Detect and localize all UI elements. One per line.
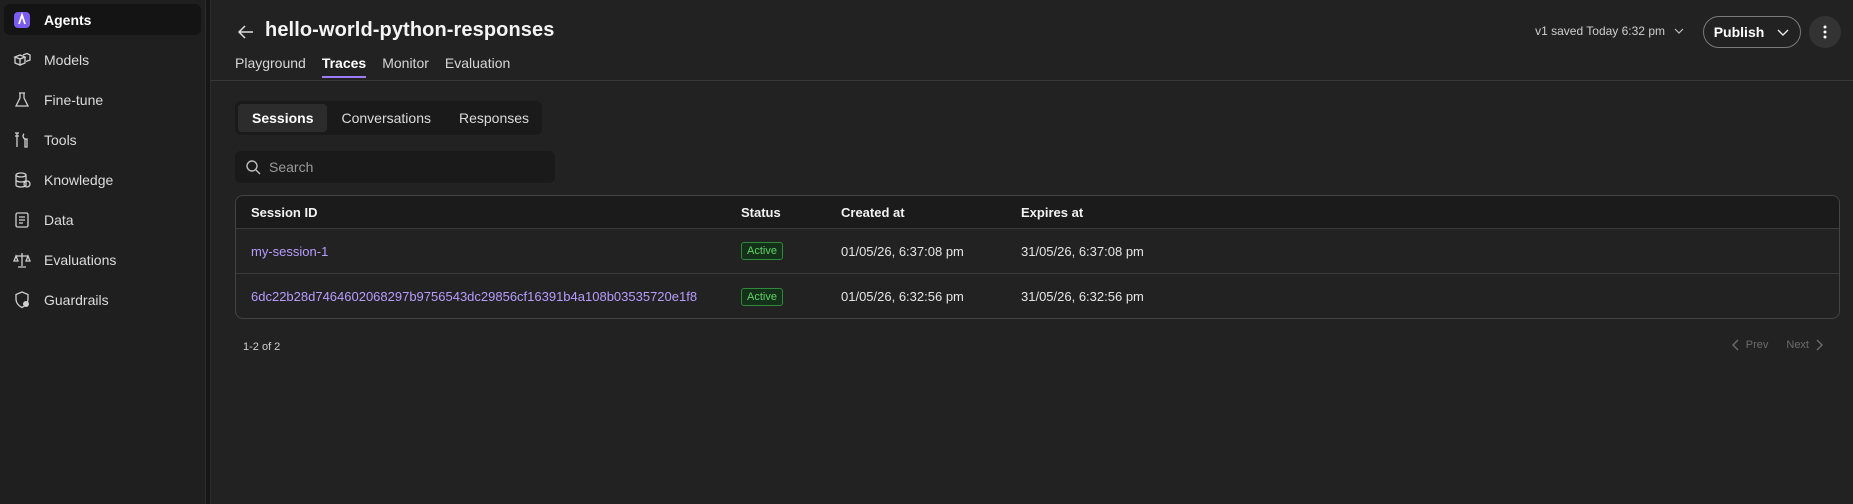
column-header-session-id: Session ID: [251, 204, 318, 220]
sidebar-item-agents[interactable]: Agents: [4, 4, 201, 35]
segment-sessions[interactable]: Sessions: [238, 104, 328, 132]
flask-icon: [10, 88, 34, 112]
database-icon: [10, 168, 34, 192]
table-row[interactable]: 6dc22b28d7464602068297b9756543dc29856cf1…: [236, 274, 1839, 318]
header-divider: [211, 80, 1853, 81]
sidebar-item-tools[interactable]: Tools: [4, 124, 201, 155]
expires-at-value: 31/05/26, 6:32:56 pm: [1021, 289, 1144, 304]
more-vertical-icon: [1823, 25, 1827, 39]
document-icon: [10, 208, 34, 232]
main-content: hello-world-python-responses Playground …: [211, 0, 1853, 504]
tab-traces[interactable]: Traces: [321, 55, 367, 78]
sidebar-item-label: Guardrails: [44, 291, 109, 308]
sidebar-item-data[interactable]: Data: [4, 204, 201, 235]
traces-segmented-control: Sessions Conversations Responses: [235, 101, 542, 135]
sidebar-item-knowledge[interactable]: Knowledge: [4, 164, 201, 195]
sidebar-item-label: Evaluations: [44, 251, 117, 268]
created-at-value: 01/05/26, 6:37:08 pm: [841, 243, 964, 259]
expires-at-value: 31/05/26, 6:37:08 pm: [1021, 243, 1144, 259]
session-id-link[interactable]: my-session-1: [251, 244, 328, 259]
tab-bar: Playground Traces Monitor Evaluation: [235, 55, 526, 78]
back-button[interactable]: [235, 21, 257, 43]
search-box: [235, 151, 555, 183]
status-badge: Active: [741, 287, 783, 306]
session-id-link[interactable]: 6dc22b28d7464602068297b9756543dc29856cf1…: [251, 289, 697, 304]
segment-conversations[interactable]: Conversations: [327, 104, 445, 132]
version-text: v1 saved Today 6:32 pm: [1535, 24, 1665, 38]
table-header: Session ID Status Created at Expires at: [236, 196, 1839, 229]
prev-page-button[interactable]: Prev: [1726, 338, 1769, 352]
table-row[interactable]: my-session-1 Active 01/05/26, 6:37:08 pm…: [236, 229, 1839, 274]
search-input[interactable]: [269, 159, 539, 175]
scale-icon: [10, 248, 34, 272]
tab-evaluation[interactable]: Evaluation: [445, 55, 510, 78]
sidebar-item-label: Models: [44, 51, 90, 68]
status-badge: Active: [741, 242, 783, 260]
version-dropdown[interactable]: v1 saved Today 6:32 pm: [1535, 24, 1685, 38]
chevron-down-icon: [1777, 29, 1789, 36]
sidebar-item-models[interactable]: Models: [4, 44, 201, 75]
publish-label: Publish: [1713, 24, 1765, 40]
arrow-left-icon: [237, 25, 253, 39]
pagination: Prev Next: [1726, 338, 1829, 352]
chevron-right-icon: [1816, 339, 1823, 351]
segment-responses[interactable]: Responses: [445, 104, 543, 132]
search-icon: [246, 160, 261, 175]
page-title: hello-world-python-responses: [265, 19, 555, 41]
agents-logo-icon: [10, 8, 34, 32]
column-header-created-at: Created at: [841, 204, 905, 220]
sidebar-item-evaluations[interactable]: Evaluations: [4, 244, 201, 275]
tab-playground[interactable]: Playground: [235, 55, 306, 78]
shield-icon: [10, 288, 34, 312]
created-at-value: 01/05/26, 6:32:56 pm: [841, 289, 964, 304]
column-header-expires-at: Expires at: [1021, 204, 1084, 220]
sidebar-item-label: Tools: [44, 131, 77, 148]
tab-monitor[interactable]: Monitor: [382, 55, 429, 78]
sessions-table: Session ID Status Created at Expires at …: [235, 195, 1840, 319]
pagination-count: 1-2 of 2: [243, 341, 281, 353]
chevron-down-icon: [1674, 28, 1684, 34]
sidebar-item-label: Knowledge: [44, 171, 114, 188]
tools-icon: [10, 128, 34, 152]
cubes-icon: [10, 48, 34, 72]
sidebar-item-label: Fine-tune: [44, 91, 104, 108]
more-options-button[interactable]: [1809, 16, 1841, 48]
sidebar-item-guardrails[interactable]: Guardrails: [4, 284, 201, 315]
prev-label: Prev: [1745, 339, 1769, 351]
sidebar: Agents Models Fine-tune Tools Knowledge …: [0, 0, 205, 504]
sidebar-item-label: Data: [44, 211, 74, 228]
publish-button[interactable]: Publish: [1703, 16, 1801, 48]
sidebar-item-fine-tune[interactable]: Fine-tune: [4, 84, 201, 115]
next-page-button[interactable]: Next: [1786, 338, 1829, 352]
chevron-left-icon: [1731, 339, 1739, 351]
next-label: Next: [1786, 339, 1809, 351]
column-header-status: Status: [741, 204, 781, 220]
sidebar-item-label: Agents: [44, 11, 92, 28]
